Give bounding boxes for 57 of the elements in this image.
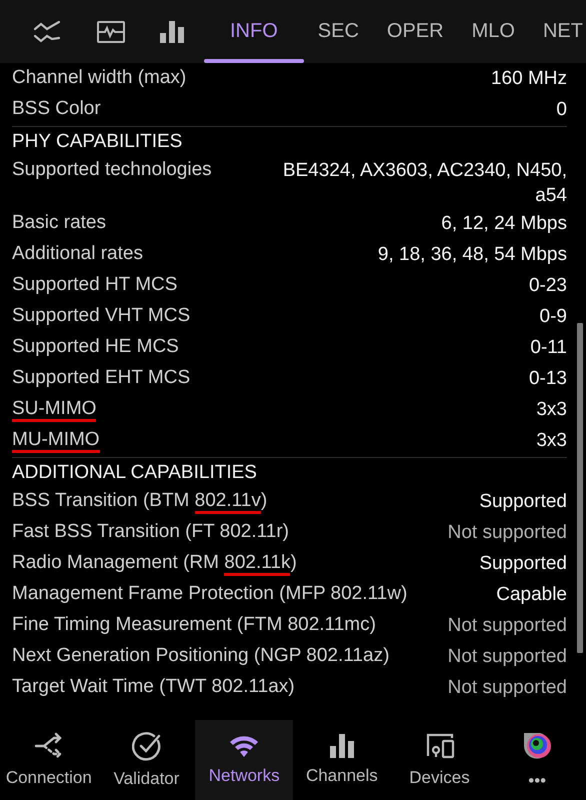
tab[interactable]: MLO (458, 0, 529, 63)
tab[interactable]: NET (528, 0, 586, 63)
row-value: Not supported (448, 614, 567, 638)
row-value: Supported (479, 552, 567, 576)
nav-item[interactable]: Devices (390, 720, 488, 800)
row-label: Radio Management (RM 802.11k) (12, 548, 297, 578)
row-value: 3x3 (536, 429, 567, 453)
row-value: 160 MHz (490, 67, 567, 91)
row-value: 0-9 (540, 305, 567, 329)
tab[interactable]: SEC (304, 0, 373, 63)
row-label: BSS Color (12, 97, 101, 121)
pulse-monitor-icon (96, 20, 126, 44)
row-label: MU-MIMO (12, 425, 100, 455)
row-label: Fine Timing Measurement (FTM 802.11mc) (12, 613, 376, 637)
row-value: Not supported (448, 521, 567, 545)
row-label: Basic rates (12, 211, 106, 235)
row-value: 0 (556, 98, 567, 122)
nav-item[interactable]: Validator (98, 720, 196, 800)
row-value: Not supported (448, 645, 567, 669)
row-label: Target Wait Time (TWT 802.11ax) (12, 675, 295, 699)
nav-item[interactable]: Networks (195, 720, 294, 800)
row-value: Capable (496, 583, 567, 607)
nav-item[interactable]: Channels (293, 720, 391, 800)
nav-item[interactable]: Connection (0, 720, 98, 800)
check-circle-icon (132, 731, 162, 761)
row-label: Management Frame Protection (MFP 802.11w) (12, 582, 408, 606)
row-value: Not supported (448, 676, 567, 700)
tab[interactable]: INFO (204, 0, 304, 63)
wifi-icon (229, 734, 260, 758)
row-value: 0-11 (530, 336, 567, 360)
row-value: Supported (479, 490, 567, 514)
scrollbar[interactable] (577, 323, 583, 653)
wave-lines-icon (32, 18, 62, 44)
row-label: Additional rates (12, 242, 143, 266)
tab[interactable]: OPER (372, 0, 458, 63)
bar-chart-icon (160, 20, 184, 42)
nav-item[interactable]: ••• (488, 720, 586, 800)
row-value: 3x3 (536, 398, 567, 422)
bar-chart-icon (330, 734, 354, 758)
section-heading: PHY CAPABILITIES (12, 130, 184, 154)
row-label: Supported VHT MCS (12, 304, 190, 328)
row-label: Supported technologies (12, 158, 212, 182)
row-value: 9, 18, 36, 48, 54 Mbps (378, 243, 567, 267)
row-value: 0-13 (528, 367, 567, 391)
row-label: SU-MIMO (12, 394, 96, 424)
row-label: Fast BSS Transition (FT 802.11r) (12, 520, 290, 544)
row-label: Supported EHT MCS (12, 366, 190, 390)
row-value: 0-23 (528, 274, 567, 298)
section-heading: ADDITIONAL CAPABILITIES (12, 461, 258, 485)
row-label: Channel width (max) (12, 66, 186, 90)
row-value: 6, 12, 24 Mbps (441, 212, 567, 236)
branch-arrows-icon (34, 732, 64, 760)
row-label: Supported HE MCS (12, 335, 179, 359)
row-value: BE4324, AX3603, AC2340, N450, a54 (282, 159, 567, 208)
row-label: Supported HT MCS (12, 273, 178, 297)
row-label: BSS Transition (BTM 802.11v) (12, 486, 268, 516)
row-label: Next Generation Positioning (NGP 802.11az) (12, 644, 390, 668)
